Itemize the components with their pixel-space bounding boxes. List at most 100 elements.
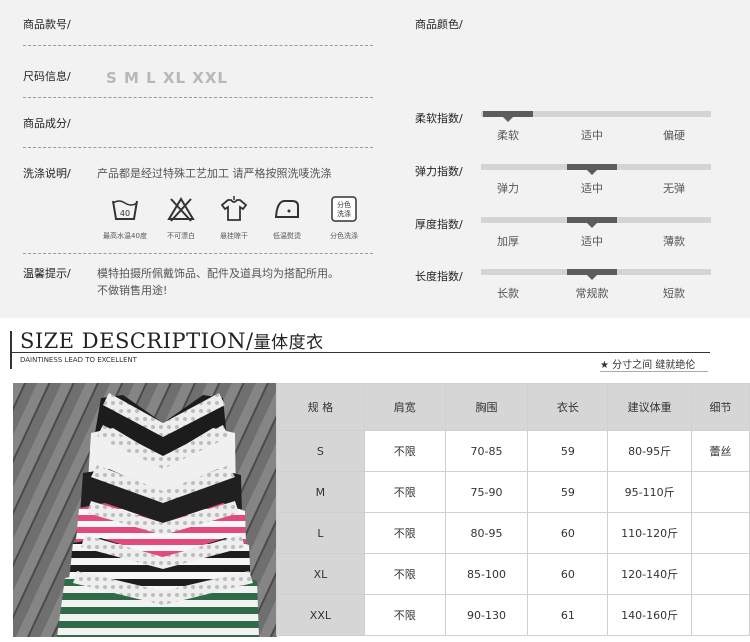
table-cell: 90-130 (444, 594, 529, 636)
header-cell: 建议体重 (607, 383, 693, 431)
heading-slogan: ★ 分寸之间 缝就绝伦 (600, 360, 696, 371)
header-cell: 胸围 (444, 383, 529, 431)
size-cell: M (276, 471, 365, 513)
scale-marker (567, 164, 617, 175)
table-row: XL 不限 85-100 60 120-140斤 (276, 553, 750, 595)
table-cell: 60 (527, 512, 609, 554)
size-table: 规 格 肩宽 胸围 衣长 建议体重 细节 S 不限 70-85 59 80-95… (276, 383, 750, 636)
table-cell: 70-85 (444, 430, 529, 472)
scale-option: 长款 (497, 287, 519, 300)
notice-text: 模特拍摄所佩戴饰品、配件及道具均为搭配所用。 (97, 267, 339, 280)
scale-label: 柔软指数/ (415, 112, 463, 125)
svg-text:洗涤: 洗涤 (337, 209, 351, 218)
table-header-row: 规 格 肩宽 胸围 衣长 建议体重 细节 (276, 383, 750, 431)
divider (23, 97, 373, 98)
hang-dry-icon (219, 196, 249, 222)
scale-option: 适中 (581, 129, 603, 142)
scale-track (481, 111, 711, 122)
scale-option: 适中 (581, 235, 603, 248)
product-photo (13, 383, 277, 637)
scale-option: 弹力 (497, 182, 519, 195)
scale-option: 偏硬 (663, 129, 685, 142)
table-cell: 120-140斤 (607, 553, 693, 595)
table-cell: 110-120斤 (607, 512, 693, 554)
table-cell: 不限 (363, 471, 446, 513)
scale-option: 柔软 (497, 129, 519, 142)
separate-wash-icon: 分色 洗涤 (329, 196, 359, 222)
item-no-label: 商品款号/ (23, 18, 71, 31)
header-cell: 衣长 (527, 383, 609, 431)
table-cell: 80-95斤 (607, 430, 693, 472)
table-cell (691, 512, 750, 554)
size-description-title: SIZE DESCRIPTION/量体度衣 (20, 328, 324, 353)
scale-track (481, 269, 711, 280)
table-cell (691, 594, 750, 636)
title-en: SIZE DESCRIPTION/ (20, 329, 254, 353)
heading-rule (10, 352, 710, 353)
divider (23, 147, 373, 148)
table-row: S 不限 70-85 59 80-95斤 蕾丝 (276, 430, 750, 472)
heading-bar (10, 331, 12, 369)
wash-label: 洗涤说明/ (23, 167, 71, 180)
table-cell: 95-110斤 (607, 471, 693, 513)
notice-text: 不做销售用途! (97, 284, 168, 297)
table-row: XXL 不限 90-130 61 140-160斤 (276, 594, 750, 636)
product-info-panel: 商品款号/ 尺码信息/ S M L XL XXL 商品成分/ 洗涤说明/ 产品都… (0, 0, 750, 318)
scale-label: 厚度指数/ (415, 218, 463, 231)
scale-label: 长度指数/ (415, 270, 463, 283)
scale-option: 薄款 (663, 235, 685, 248)
title-cn: 量体度衣 (253, 333, 324, 353)
size-info-label: 尺码信息/ (23, 70, 71, 83)
scale-label: 弹力指数/ (415, 165, 463, 178)
table-cell: 75-90 (444, 471, 529, 513)
header-cell: 细节 (691, 383, 750, 431)
table-cell: 不限 (363, 553, 446, 595)
scale-track (481, 217, 711, 228)
slogan-rule (600, 371, 708, 372)
table-cell (691, 471, 750, 513)
scale-option: 无弹 (663, 182, 685, 195)
no-bleach-icon (166, 196, 196, 222)
header-cell: 规 格 (276, 383, 365, 431)
notice-label: 温馨提示/ (23, 267, 71, 280)
scale-marker (567, 269, 617, 280)
svg-text:40: 40 (120, 209, 130, 218)
table-cell: 61 (527, 594, 609, 636)
divider (23, 253, 373, 254)
scale-option: 常规款 (575, 287, 609, 300)
color-label: 商品颜色/ (415, 18, 463, 31)
heading-subtitle: DAINTINESS LEAD TO EXCELLENT (20, 356, 137, 364)
scale-marker (483, 111, 533, 122)
scale-marker (567, 217, 617, 228)
camisole-stack-image (13, 383, 277, 637)
table-row: L 不限 80-95 60 110-120斤 (276, 512, 750, 554)
table-cell: 85-100 (444, 553, 529, 595)
wash-instructions: 产品都是经过特殊工艺加工 请严格按照洗唛洗涤 (97, 167, 332, 180)
table-row: M 不限 75-90 59 95-110斤 (276, 471, 750, 513)
material-label: 商品成分/ (23, 117, 71, 130)
wash-icon-caption: 分色洗涤 (330, 232, 358, 240)
table-cell: 蕾丝 (691, 430, 750, 472)
size-cell: XL (276, 553, 365, 595)
svg-text:分色: 分色 (337, 200, 351, 209)
size-list: S M L XL XXL (106, 69, 228, 87)
iron-low-icon (272, 196, 302, 222)
table-cell: 不限 (363, 594, 446, 636)
scale-option: 短款 (663, 287, 685, 300)
wash-40-icon: 40 (110, 196, 140, 222)
size-cell: L (276, 512, 365, 554)
table-cell: 不限 (363, 430, 446, 472)
scale-track (481, 164, 711, 175)
divider (23, 45, 373, 46)
table-cell: 140-160斤 (607, 594, 693, 636)
table-cell: 不限 (363, 512, 446, 554)
table-cell: 59 (527, 471, 609, 513)
table-cell: 59 (527, 430, 609, 472)
size-cell: S (276, 430, 365, 472)
table-cell: 80-95 (444, 512, 529, 554)
header-cell: 肩宽 (363, 383, 446, 431)
size-cell: XXL (276, 594, 365, 636)
scale-option: 加厚 (497, 235, 519, 248)
table-cell: 60 (527, 553, 609, 595)
scale-option: 适中 (581, 182, 603, 195)
